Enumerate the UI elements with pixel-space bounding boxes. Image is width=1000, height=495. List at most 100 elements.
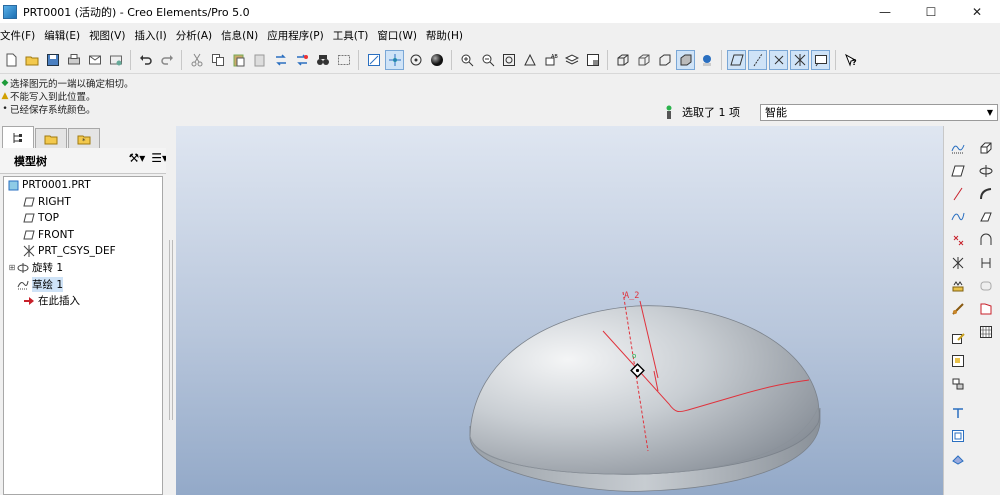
tree-item-top[interactable]: TOP: [4, 210, 162, 227]
model-tree-header: 模型树 ⚒▾ ☰▾: [0, 148, 176, 174]
regenerate-button[interactable]: [271, 50, 290, 70]
tree-item-part[interactable]: PRT0001.PRT: [4, 177, 162, 194]
plane-display-icon: [729, 54, 744, 65]
edit-definition-button[interactable]: [946, 326, 970, 349]
trim-button[interactable]: [946, 401, 970, 424]
mail-link-icon: [109, 55, 122, 65]
refit-button[interactable]: [499, 50, 518, 70]
tab-favorites[interactable]: *: [68, 128, 100, 148]
message-text: 不能写入到此位置。: [10, 91, 96, 103]
open-file-button[interactable]: [22, 50, 41, 70]
menu-view[interactable]: 视图(V): [89, 28, 129, 43]
paste-special-button[interactable]: [250, 50, 269, 70]
tree-item-front[interactable]: FRONT: [4, 227, 162, 244]
orient-mode-button[interactable]: [406, 50, 425, 70]
tab-model-tree[interactable]: [2, 126, 34, 148]
redo-button[interactable]: [157, 50, 176, 70]
datum-point-button[interactable]: [946, 228, 970, 251]
rib-button[interactable]: [974, 274, 998, 297]
graphics-window[interactable]: A_2 o: [176, 126, 943, 495]
hidden-line-button[interactable]: [634, 50, 653, 70]
mirror-button[interactable]: [946, 372, 970, 395]
close-button[interactable]: ✕: [954, 0, 1000, 23]
regen-manager-button[interactable]: [292, 50, 311, 70]
datum-plane-button[interactable]: [946, 159, 970, 182]
no-hidden-button[interactable]: [655, 50, 674, 70]
email-link-button[interactable]: [106, 50, 125, 70]
tree-item-csys[interactable]: PRT_CSYS_DEF: [4, 243, 162, 260]
plane-display-button[interactable]: [727, 49, 746, 70]
axis-display-button[interactable]: [748, 49, 767, 70]
print-button[interactable]: [64, 50, 83, 70]
thicken-button[interactable]: [946, 447, 970, 470]
shading-button[interactable]: [676, 49, 695, 70]
find-button[interactable]: [313, 50, 332, 70]
splitter-grip[interactable]: [169, 240, 173, 420]
chevron-down-icon: ▼: [986, 107, 993, 117]
menu-window[interactable]: 窗口(W): [377, 28, 421, 43]
wireframe-button[interactable]: [613, 50, 632, 70]
annotation-display-button[interactable]: [811, 49, 830, 70]
pattern-button[interactable]: [946, 349, 970, 372]
reorient-button[interactable]: [520, 50, 539, 70]
new-file-button[interactable]: [1, 50, 20, 70]
shell-button[interactable]: [974, 251, 998, 274]
menu-applications[interactable]: 应用程序(P): [267, 28, 328, 43]
datum-axis-icon: [953, 187, 963, 200]
email-button[interactable]: [85, 50, 104, 70]
layers-button[interactable]: [562, 50, 581, 70]
menu-insert[interactable]: 插入(I): [134, 28, 170, 43]
datum-axis-button[interactable]: [946, 182, 970, 205]
spin-center-button[interactable]: [385, 49, 404, 70]
tree-item-label: TOP: [38, 212, 60, 225]
tree-settings-button[interactable]: ⚒▾: [128, 151, 145, 165]
view-manager-button[interactable]: [583, 50, 602, 70]
tree-item-insert-here[interactable]: 在此插入: [4, 293, 162, 310]
undo-button[interactable]: [136, 50, 155, 70]
save-button[interactable]: [43, 50, 62, 70]
select-box-button[interactable]: [334, 50, 353, 70]
variable-sweep-button[interactable]: [974, 182, 998, 205]
csys-display-button[interactable]: [790, 49, 809, 70]
tab-folder-browser[interactable]: [35, 128, 67, 148]
context-help-button[interactable]: ?: [841, 50, 860, 70]
repaint-button[interactable]: [364, 50, 383, 70]
zoom-out-button[interactable]: [478, 50, 497, 70]
datum-csys-button[interactable]: [946, 251, 970, 274]
menu-file[interactable]: 文件(F): [0, 28, 39, 43]
hole-button[interactable]: [974, 228, 998, 251]
insert-shared-data-button[interactable]: [946, 297, 970, 320]
maximize-button[interactable]: ☐: [908, 0, 954, 23]
tree-item-right[interactable]: RIGHT: [4, 194, 162, 211]
point-display-button[interactable]: [769, 49, 788, 70]
model-tree-title: 模型树: [14, 154, 47, 168]
trim-icon: [953, 407, 963, 418]
selection-filter-dropdown[interactable]: 智能 ▼: [760, 103, 998, 121]
offset-button[interactable]: [946, 424, 970, 447]
appearance-button[interactable]: [427, 50, 446, 70]
expand-toggle-icon[interactable]: ⊞: [8, 263, 16, 272]
menu-info[interactable]: 信息(N): [221, 28, 262, 43]
menu-help[interactable]: 帮助(H): [426, 28, 467, 43]
blend-button[interactable]: [974, 205, 998, 228]
draft-button[interactable]: [974, 297, 998, 320]
rib-icon: [980, 281, 992, 290]
sketch-tool-button[interactable]: [946, 136, 970, 159]
model-player-button[interactable]: [697, 50, 716, 70]
extrude-button[interactable]: [974, 136, 998, 159]
zoom-in-button[interactable]: [457, 50, 476, 70]
menu-edit[interactable]: 编辑(E): [44, 28, 84, 43]
minimize-button[interactable]: —: [862, 0, 908, 23]
paste-button[interactable]: [229, 50, 248, 70]
menu-tools[interactable]: 工具(T): [333, 28, 373, 43]
round-button[interactable]: [974, 320, 998, 343]
revolve-button[interactable]: [974, 159, 998, 182]
copy-button[interactable]: [208, 50, 227, 70]
saved-views-button[interactable]: AB: [541, 50, 560, 70]
tree-item-sketch[interactable]: 草绘 1: [4, 276, 162, 293]
cut-button[interactable]: [187, 50, 206, 70]
analysis-feature-button[interactable]: [946, 274, 970, 297]
datum-curve-button[interactable]: [946, 205, 970, 228]
tree-item-revolve[interactable]: ⊞ 旋转 1: [4, 260, 162, 277]
menu-analysis[interactable]: 分析(A): [176, 28, 216, 43]
